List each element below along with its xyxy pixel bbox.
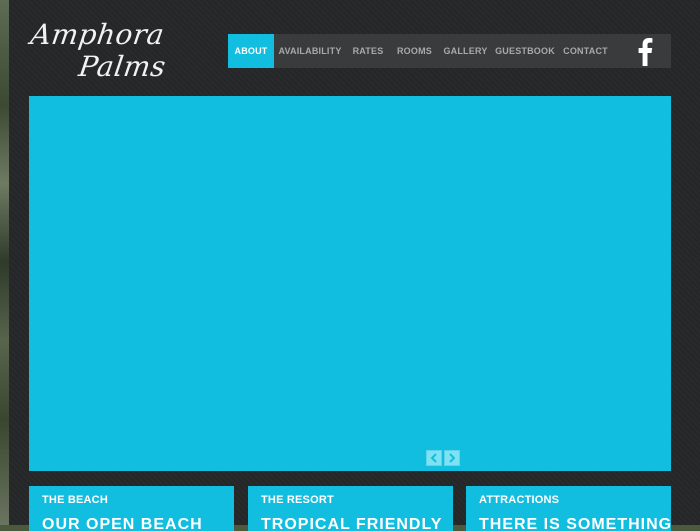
card-subtitle: THERE IS SOMETHING bbox=[479, 516, 671, 531]
card-the-beach[interactable]: THE BEACH OUR OPEN BEACH bbox=[29, 486, 234, 531]
nav-item-rooms[interactable]: ROOMS bbox=[390, 34, 439, 68]
card-title: THE BEACH bbox=[42, 494, 108, 506]
card-subtitle: OUR OPEN BEACH bbox=[42, 516, 203, 531]
hero-slider bbox=[29, 96, 671, 471]
card-title: ATTRACTIONS bbox=[479, 494, 560, 506]
logo-line-2: Palms bbox=[76, 50, 168, 83]
nav-item-rates[interactable]: RATES bbox=[346, 34, 390, 68]
nav-item-about[interactable]: ABOUT bbox=[228, 34, 274, 68]
site-logo[interactable]: Amphora Palms bbox=[27, 14, 168, 84]
nav-item-guestbook[interactable]: GUESTBOOK bbox=[492, 34, 558, 68]
card-attractions[interactable]: ATTRACTIONS THERE IS SOMETHING bbox=[466, 486, 671, 531]
nav-item-contact[interactable]: CONTACT bbox=[558, 34, 613, 68]
page-container: Amphora Palms ABOUT AVAILABILITY RATES R… bbox=[9, 0, 700, 531]
card-the-resort[interactable]: THE RESORT TROPICAL FRIENDLY bbox=[248, 486, 453, 531]
card-title: THE RESORT bbox=[261, 494, 334, 506]
chevron-right-icon[interactable] bbox=[444, 450, 460, 466]
nav-item-gallery[interactable]: GALLERY bbox=[439, 34, 492, 68]
facebook-icon[interactable] bbox=[619, 34, 671, 68]
background-foliage bbox=[0, 0, 9, 525]
nav-item-availability[interactable]: AVAILABILITY bbox=[274, 34, 346, 68]
chevron-left-icon[interactable] bbox=[426, 450, 442, 466]
main-nav: ABOUT AVAILABILITY RATES ROOMS GALLERY G… bbox=[228, 34, 671, 68]
slider-controls bbox=[426, 450, 460, 466]
logo-line-1: Amphora bbox=[28, 18, 167, 51]
card-subtitle: TROPICAL FRIENDLY bbox=[261, 516, 443, 531]
